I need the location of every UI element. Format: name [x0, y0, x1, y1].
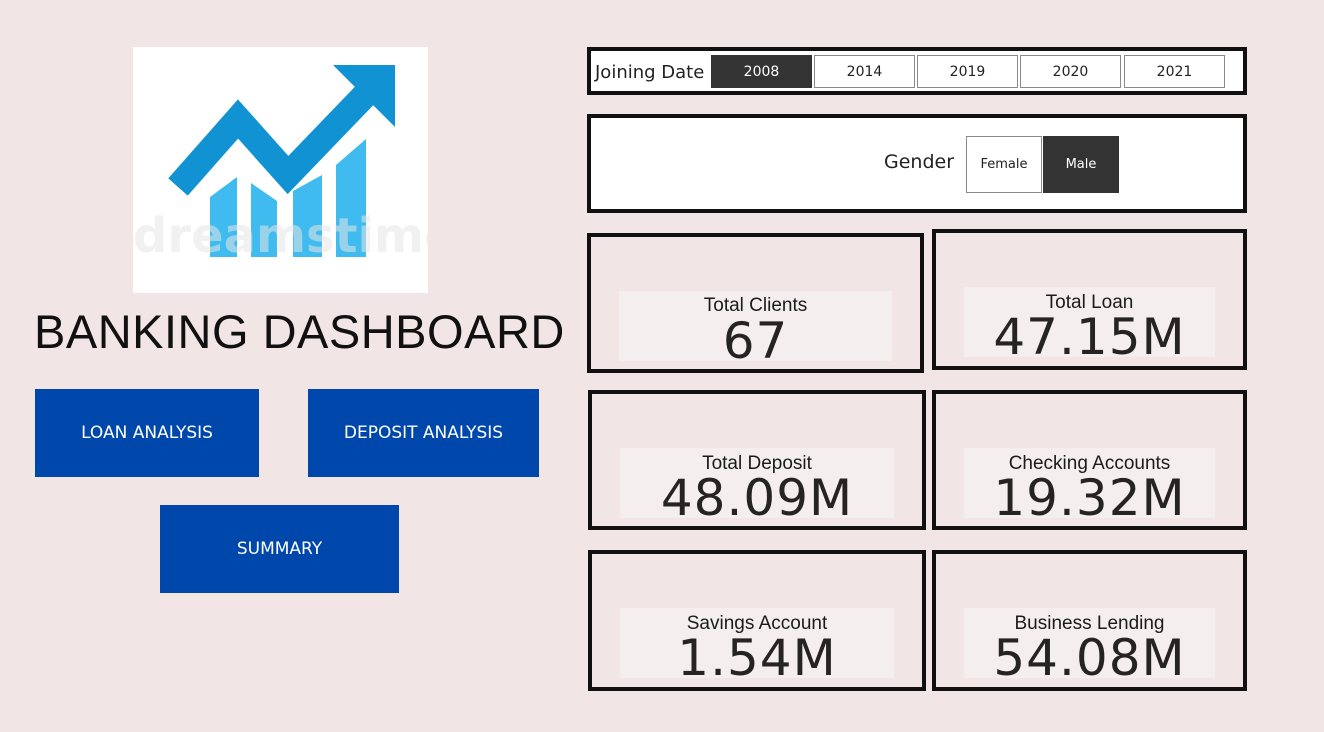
business-lending-card: Business Lending 54.08M [932, 550, 1247, 691]
svg-text:dreamstime: dreamstime [133, 208, 428, 264]
gender-label: Gender [884, 151, 955, 173]
total-clients-card: Total Clients 67 [587, 233, 924, 373]
date-option-2008[interactable]: 2008 [711, 55, 812, 88]
gender-slicer: Gender Female Male [587, 114, 1247, 213]
growth-chart-logo-icon: dreamstime [133, 47, 428, 293]
page-title: BANKING DASHBOARD [34, 305, 565, 358]
date-option-2020[interactable]: 2020 [1020, 55, 1121, 88]
joining-date-label: Joining Date [595, 62, 705, 83]
checking-accounts-card: Checking Accounts 19.32M [932, 390, 1247, 530]
total-deposit-card: Total Deposit 48.09M [588, 390, 926, 530]
total-clients-value: 67 [722, 312, 789, 370]
date-option-2019[interactable]: 2019 [917, 55, 1018, 88]
gender-option-male[interactable]: Male [1043, 136, 1119, 193]
business-lending-value: 54.08M [993, 629, 1186, 687]
loan-analysis-button[interactable]: LOAN ANALYSIS [35, 389, 259, 477]
savings-account-value: 1.54M [677, 629, 837, 687]
total-deposit-value: 48.09M [660, 469, 854, 527]
total-loan-card: Total Loan 47.15M [932, 229, 1247, 370]
total-loan-value: 47.15M [993, 308, 1186, 366]
checking-accounts-value: 19.32M [993, 469, 1186, 527]
joining-date-slicer: Joining Date 2008 2014 2019 2020 2021 [587, 47, 1247, 95]
date-option-2014[interactable]: 2014 [814, 55, 915, 88]
date-option-2021[interactable]: 2021 [1124, 55, 1225, 88]
savings-account-card: Savings Account 1.54M [588, 550, 926, 691]
deposit-analysis-button[interactable]: DEPOSIT ANALYSIS [308, 389, 539, 477]
summary-button[interactable]: SUMMARY [160, 505, 399, 593]
gender-option-female[interactable]: Female [966, 136, 1042, 193]
